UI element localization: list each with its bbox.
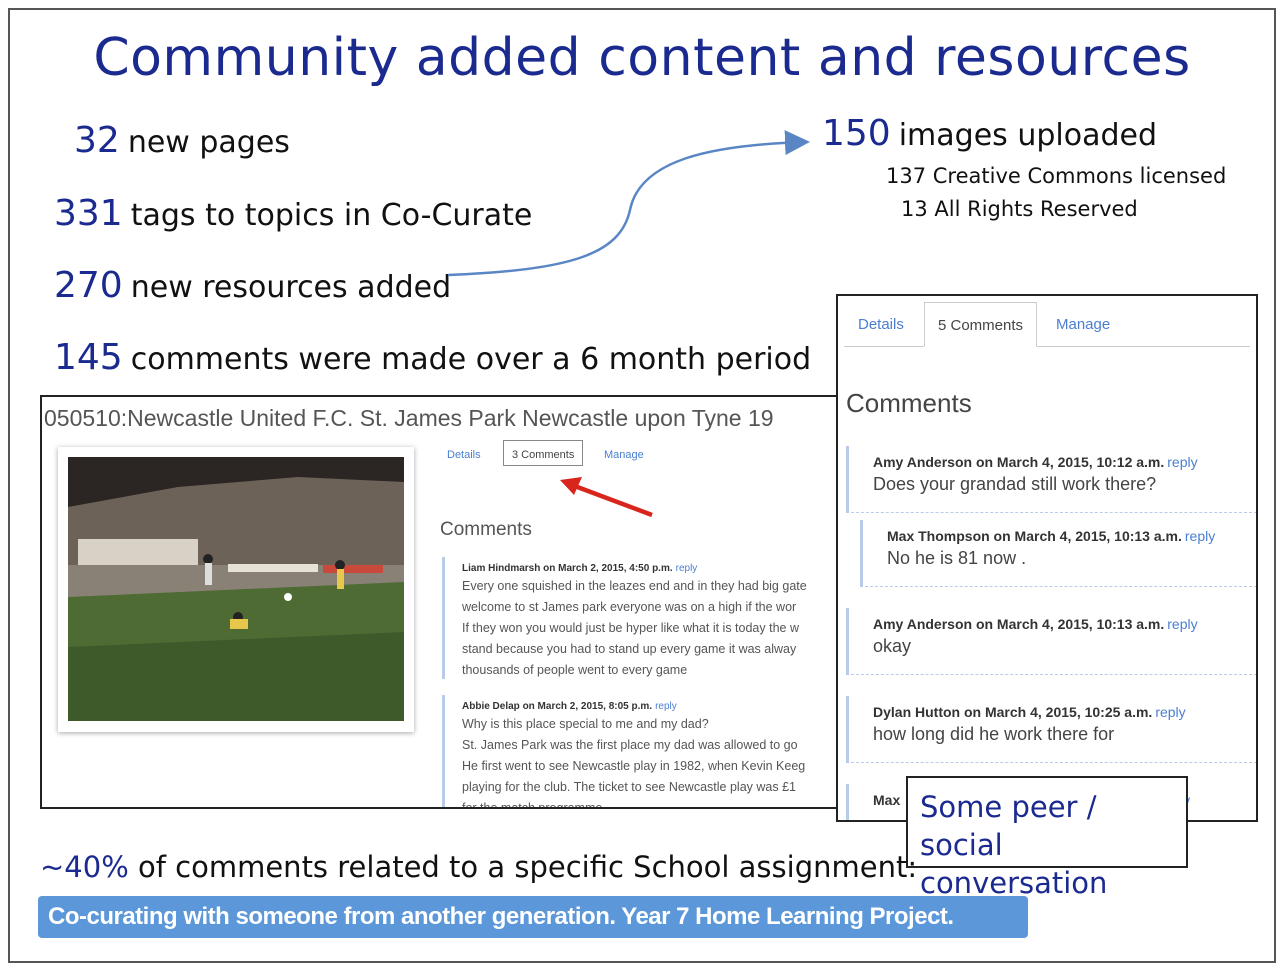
stat-label: of comments related to a specific School… [137, 850, 918, 884]
stat-comments: 145 comments were made over a 6 month per… [54, 337, 811, 378]
comment-line: playing for the club. The ticket to see … [462, 780, 796, 794]
comment-author: Liam Hindmarsh on March 2, 2015, 4:50 p.… [462, 563, 673, 574]
comment-item: Abbie Delap on March 2, 2015, 8:05 p.m. r… [442, 695, 872, 809]
comment-meta: Max Thompson on March 4, 2015, 10:13 a.m… [887, 528, 1256, 544]
comment-line: Every one squished in the leazes end and… [462, 579, 807, 593]
stat-percent: ~40% [40, 850, 129, 884]
reply-link[interactable]: reply [1185, 528, 1215, 544]
comment-author: Amy Anderson on March 4, 2015, 10:12 a.m… [873, 454, 1165, 470]
comment-item: Liam Hindmarsh on March 2, 2015, 4:50 p.… [442, 557, 872, 679]
comment-author: Amy Anderson on March 4, 2015, 10:13 a.m… [873, 616, 1165, 632]
callout-line: social conversation [920, 828, 1108, 900]
comment-line: St. James Park was the first place my da… [462, 738, 798, 752]
panel-tabs: Details 5 Comments Manage [844, 302, 1250, 347]
comment-line: thousands of people went to every game [462, 663, 688, 677]
comment-meta: Amy Anderson on March 4, 2015, 10:13 a.m… [873, 616, 1256, 632]
assignment-title-highlight: Co-curating with someone from another ge… [38, 896, 1028, 938]
comment-line: If they won you would just be hyper like… [462, 621, 799, 635]
comment-author: Max [873, 792, 901, 808]
comment-text: No he is 81 now . [887, 548, 1027, 568]
comment-author: Abbie Delap on March 2, 2015, 8:05 p.m. [462, 701, 653, 712]
stat-number: 145 [54, 337, 123, 378]
comment-author: Dylan Hutton on March 4, 2015, 10:25 a.m… [873, 704, 1153, 720]
comment-author: Max Thompson on March 4, 2015, 10:13 a.m… [887, 528, 1182, 544]
comment-text: Does your grandad still work there? [873, 474, 1157, 494]
comment-line: welcome to st James park everyone was on… [462, 600, 797, 614]
comments-heading: Comments [440, 519, 532, 540]
curved-arrow-icon [447, 130, 810, 277]
comment-item: Amy Anderson on March 4, 2015, 10:13 a.m… [846, 608, 1256, 675]
comment-item: Max Thompson on March 4, 2015, 10:13 a.m… [860, 520, 1256, 587]
comments-panel-screenshot: Details 5 Comments Manage Comments Amy A… [836, 294, 1258, 822]
comment-line: He first went to see Newcastle play in 1… [462, 759, 806, 773]
comment-meta: Abbie Delap on March 2, 2015, 8:05 p.m. r… [462, 701, 872, 712]
comment-line: for the match programme. [462, 801, 606, 809]
comment-meta: Amy Anderson on March 4, 2015, 10:12 a.m… [873, 454, 1256, 470]
tab-details[interactable]: Details [858, 316, 904, 333]
callout-box: Some peer / social conversation [906, 776, 1188, 900]
reply-link[interactable]: reply [655, 701, 677, 712]
reply-link[interactable]: reply [1155, 704, 1185, 720]
tab-comments[interactable]: 5 Comments [924, 302, 1038, 347]
callout-line: Some peer / [920, 790, 1097, 824]
comment-line: stand because you had to stand up every … [462, 642, 797, 656]
comment-item: Dylan Hutton on March 4, 2015, 10:25 a.m… [846, 696, 1256, 763]
reply-link[interactable]: reply [676, 563, 698, 574]
resource-page-screenshot: 050510:Newcastle United F.C. St. James P… [40, 395, 874, 809]
comment-text: okay [873, 636, 912, 656]
tab-manage[interactable]: Manage [1056, 316, 1110, 333]
comment-meta: Dylan Hutton on March 4, 2015, 10:25 a.m… [873, 704, 1256, 720]
comment-item: Amy Anderson on March 4, 2015, 10:12 a.m… [846, 446, 1256, 513]
stat-label: comments were made over a 6 month period [130, 342, 812, 377]
school-assignment-stat: ~40% of comments related to a specific S… [40, 850, 917, 884]
comments-heading: Comments [846, 388, 972, 418]
slide: Community added content and resources 32… [8, 8, 1276, 963]
comment-line: Why is this place special to me and my d… [462, 717, 709, 731]
comment-meta: Liam Hindmarsh on March 2, 2015, 4:50 p.… [462, 563, 872, 574]
reply-link[interactable]: reply [1167, 454, 1197, 470]
reply-link[interactable]: reply [1167, 616, 1197, 632]
comment-text: how long did he work there for [873, 724, 1115, 744]
